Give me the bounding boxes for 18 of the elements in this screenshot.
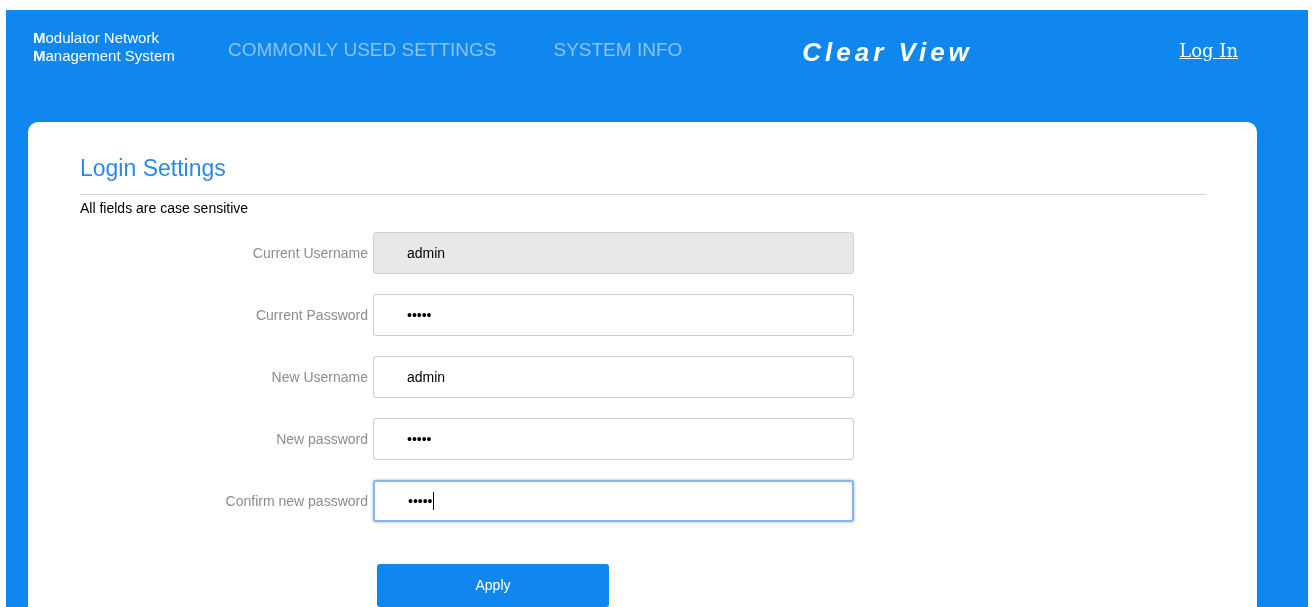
text-cursor xyxy=(432,492,434,510)
section-title: Login Settings xyxy=(80,154,227,182)
apply-button[interactable]: Apply xyxy=(377,564,609,607)
input-field[interactable]: ••••• xyxy=(373,294,854,336)
field-label: Confirm new password xyxy=(224,491,369,511)
input-field[interactable]: admin xyxy=(373,232,854,274)
field-label: New Username xyxy=(270,367,369,387)
brand-title-line: Modulator Network xyxy=(33,29,160,47)
brand-title-line: Management System xyxy=(33,47,176,65)
input-field[interactable]: admin xyxy=(373,356,854,398)
login-link[interactable]: Log In xyxy=(1179,37,1238,64)
input-field[interactable]: ••••• xyxy=(373,480,854,522)
field-label: Current Username xyxy=(251,243,369,263)
field-label: Current Password xyxy=(254,305,369,325)
logo: Clear View xyxy=(802,36,973,69)
case-sensitive-note: All fields are case sensitive xyxy=(80,199,250,218)
field-label: New password xyxy=(275,429,369,449)
input-field[interactable]: ••••• xyxy=(373,418,854,460)
